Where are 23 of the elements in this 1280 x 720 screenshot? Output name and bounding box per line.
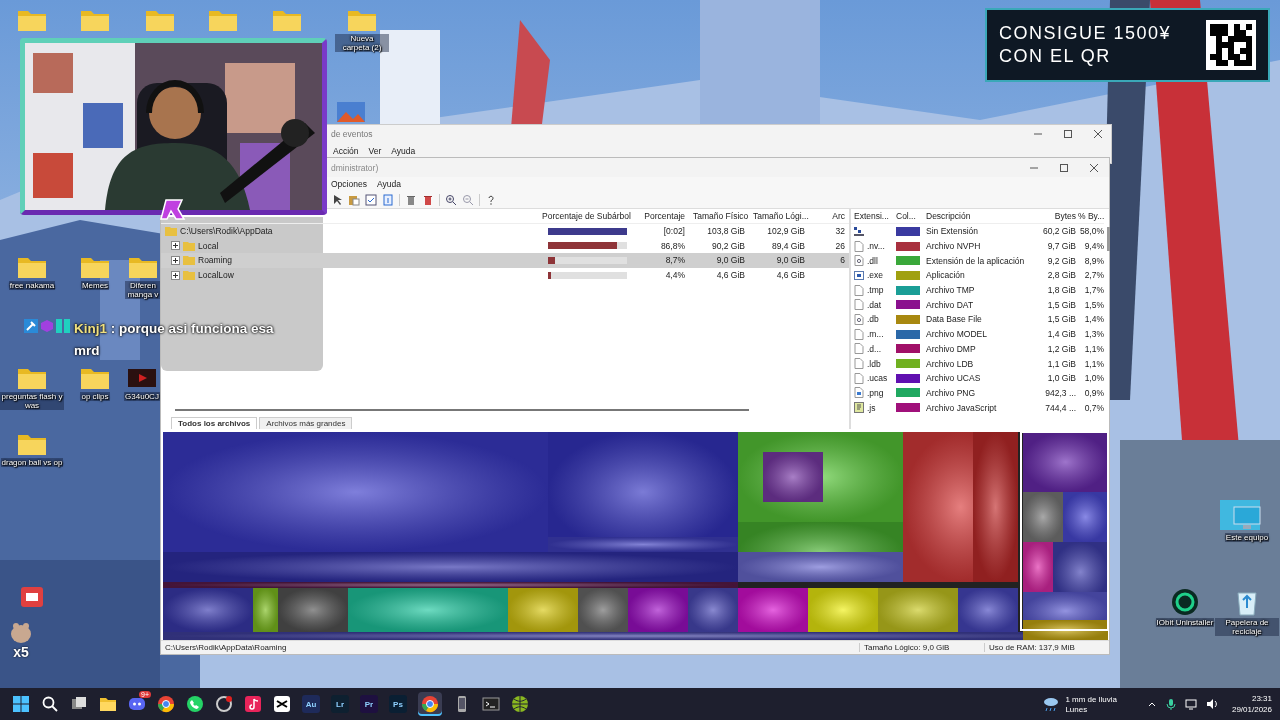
ring-icon[interactable] xyxy=(215,695,233,713)
network-icon[interactable] xyxy=(1184,698,1197,710)
start-icon[interactable] xyxy=(12,695,30,713)
clock[interactable]: 23:31 29/01/2026 xyxy=(1231,694,1272,714)
globe-icon[interactable] xyxy=(511,695,529,713)
weather-text[interactable]: 1 mm de lluvia xyxy=(1065,694,1117,704)
phone-chat-icon[interactable] xyxy=(186,695,204,713)
chat-icon[interactable] xyxy=(128,695,146,713)
app-icon[interactable]: Pr xyxy=(360,695,378,713)
browser-icon[interactable] xyxy=(157,695,175,713)
rain-icon[interactable] xyxy=(1042,696,1061,712)
app-icon[interactable]: Au xyxy=(302,695,320,713)
browser-icon[interactable] xyxy=(421,695,439,713)
app-icon[interactable]: Ps xyxy=(389,695,407,713)
volume-icon[interactable] xyxy=(1205,698,1218,710)
search-icon[interactable] xyxy=(41,695,59,713)
microphone-icon[interactable] xyxy=(1165,698,1176,710)
weather-day[interactable]: Lunes xyxy=(1065,704,1117,714)
scissors-icon[interactable] xyxy=(273,695,291,713)
terminal-icon[interactable] xyxy=(482,695,500,713)
music-note-icon[interactable] xyxy=(244,695,262,713)
folder-icon[interactable] xyxy=(99,695,117,713)
app-icon[interactable]: Lr xyxy=(331,695,349,713)
